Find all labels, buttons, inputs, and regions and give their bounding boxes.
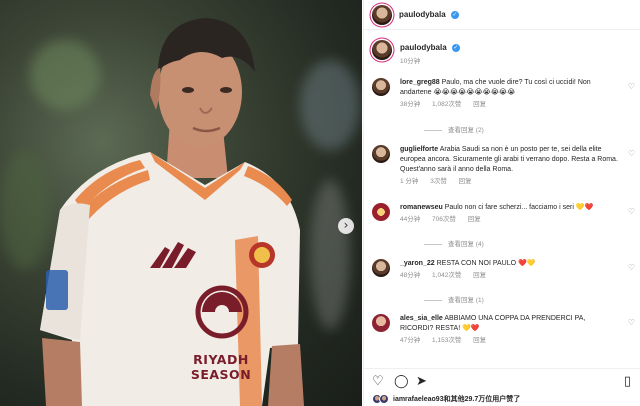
comment-likes[interactable]: 706次赞 xyxy=(432,216,456,223)
avatar[interactable] xyxy=(372,203,390,221)
comment-username[interactable]: _yaron_22 xyxy=(400,260,435,267)
caption-username[interactable]: paulodybala ✓ xyxy=(400,43,460,52)
heart-icon[interactable]: ♡ xyxy=(628,318,635,327)
reply-button[interactable]: 回复 xyxy=(468,216,481,223)
avatar xyxy=(379,394,389,404)
heart-icon[interactable]: ♡ xyxy=(628,207,635,216)
reply-button[interactable]: 回复 xyxy=(473,337,486,344)
post-username[interactable]: paulodybala ✓ xyxy=(399,10,459,19)
comment-time: 1 分钟 xyxy=(400,178,419,185)
verified-badge-icon: ✓ xyxy=(450,10,459,19)
player-figure xyxy=(40,18,304,406)
liked-by-text[interactable]: iamrafaeleao93和其他29.7万位用户赞了 xyxy=(393,394,520,404)
comment-bubble-icon[interactable]: ◯ xyxy=(394,375,409,388)
paper-plane-icon[interactable]: ➤ xyxy=(416,375,427,388)
view-replies-button[interactable]: 查看回复 (4) xyxy=(424,238,484,248)
heart-icon[interactable]: ♡ xyxy=(628,82,635,91)
comment-likes[interactable]: 1,153次赞 xyxy=(432,337,461,344)
comment-username[interactable]: ales_sia_elle xyxy=(400,315,443,322)
chevron-right-icon[interactable]: › xyxy=(338,218,354,234)
avatar[interactable] xyxy=(372,78,390,96)
heart-icon[interactable]: ♡ xyxy=(628,263,635,272)
liked-by-row[interactable]: iamrafaeleao93和其他29.7万位用户赞了 xyxy=(364,392,640,406)
post-header: paulodybala ✓ xyxy=(364,0,640,30)
comment-text: RESTA CON NOI PAULO ❤️💛 xyxy=(436,260,536,267)
post-photo[interactable]: RIYADH SEASON › xyxy=(0,0,362,406)
comment-time: 48分钟 xyxy=(400,272,421,279)
comment-time: 47分钟 xyxy=(400,337,421,344)
view-replies-button[interactable]: 查看回复 (2) xyxy=(424,124,484,134)
comment-time: 38分钟 xyxy=(400,101,421,108)
heart-outline-icon[interactable]: ♡ xyxy=(372,375,384,388)
comment-likes[interactable]: 3次赞 xyxy=(430,178,447,185)
comment-likes[interactable]: 1,042次赞 xyxy=(432,272,461,279)
avatar[interactable] xyxy=(372,40,392,60)
reply-button[interactable]: 回复 xyxy=(473,272,486,279)
caption-time: 10分钟 xyxy=(400,58,421,65)
comments-panel: paulodybala ✓ paulodybala ✓ 10分钟 lore_gr… xyxy=(363,0,640,406)
reply-button[interactable]: 回复 xyxy=(459,178,472,185)
comment-username[interactable]: guglielforte xyxy=(400,146,438,153)
post-caption: paulodybala ✓ 10分钟 xyxy=(364,38,640,68)
comment-username[interactable]: romanewseu xyxy=(400,204,443,211)
verified-badge-icon: ✓ xyxy=(451,43,460,52)
action-bar: ♡ ◯ ➤ ▯ xyxy=(364,368,640,390)
comment-username[interactable]: lore_greg88 xyxy=(400,79,440,86)
bookmark-icon[interactable]: ▯ xyxy=(624,375,631,388)
avatar[interactable] xyxy=(372,145,390,163)
comment-likes[interactable]: 1,082次赞 xyxy=(432,101,461,108)
comment-time: 44分钟 xyxy=(400,216,421,223)
avatar[interactable] xyxy=(372,4,392,25)
avatar[interactable] xyxy=(372,314,390,332)
view-replies-button[interactable]: 查看回复 (1) xyxy=(424,294,484,304)
jersey-sponsor-text: RIYADH SEASON xyxy=(190,352,252,382)
comment-text: Paulo non ci fare scherzi... facciamo i … xyxy=(444,204,594,211)
heart-icon[interactable]: ♡ xyxy=(628,149,635,158)
avatar[interactable] xyxy=(372,259,390,277)
reply-button[interactable]: 回复 xyxy=(473,101,486,108)
